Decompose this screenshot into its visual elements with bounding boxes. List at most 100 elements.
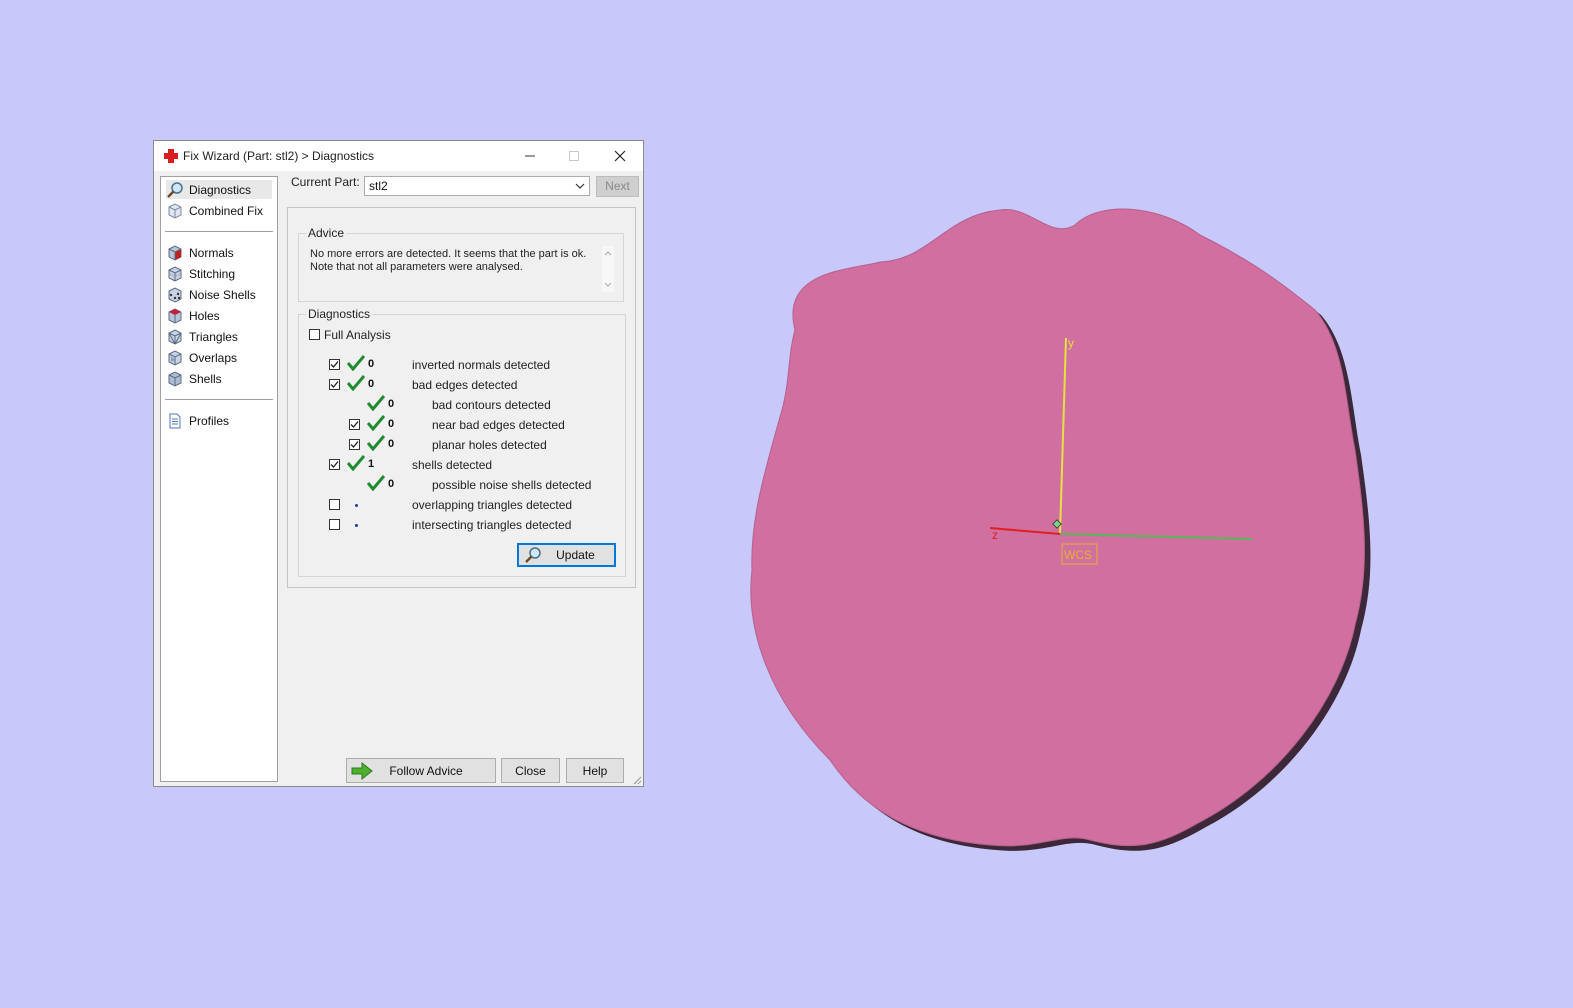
ok-check-icon [347, 455, 365, 471]
sidebar-item-triangles[interactable]: Triangles [166, 327, 238, 346]
inverted-normals-label: inverted normals detected [412, 358, 551, 372]
cube-red-face-icon [168, 244, 182, 261]
document-icon [169, 413, 181, 428]
current-part-select[interactable]: stl2 [364, 176, 590, 196]
sidebar-item-shells[interactable]: Shells [166, 369, 222, 388]
sidebar-item-label: Normals [189, 245, 234, 260]
advice-scrollbar[interactable] [602, 246, 614, 292]
sidebar-item-label: Stitching [189, 266, 236, 281]
sidebar-item-diagnostics[interactable]: Diagnostics [166, 180, 272, 199]
checkmark-icon [330, 381, 339, 388]
ok-check-icon [367, 395, 385, 411]
sidebar-divider [165, 399, 273, 400]
sidebar-item-label: Diagnostics [189, 182, 252, 197]
noise-shells-count: 0 [388, 478, 395, 490]
inverted-normals-count: 0 [368, 358, 375, 370]
bad-edges-count: 0 [368, 378, 375, 390]
sidebar-item-combined-fix[interactable]: Combined Fix [166, 201, 263, 220]
sidebar-item-label: Triangles [189, 329, 238, 344]
follow-advice-label: Follow Advice [389, 763, 463, 778]
wizard-sidebar: Diagnostics Combined Fix Normals Stitchi… [160, 176, 278, 782]
ok-check-icon [347, 355, 365, 371]
checkmark-icon [350, 421, 359, 428]
main-panel: Advice No more errors are detected. It s… [287, 207, 636, 588]
resize-grip-icon[interactable] [632, 775, 642, 785]
sidebar-item-overlaps[interactable]: Overlaps [166, 348, 237, 367]
intersecting-triangles-checkbox[interactable] [329, 519, 340, 530]
shells-checkbox[interactable] [329, 459, 340, 470]
maximize-icon [569, 151, 579, 161]
shells-count: 1 [368, 458, 375, 470]
advice-line: No more errors are detected. It seems th… [310, 248, 587, 260]
near-bad-edges-checkbox[interactable] [349, 419, 360, 430]
sidebar-item-label: Holes [189, 308, 220, 323]
y-axis-label: y [1068, 336, 1074, 350]
overlapping-triangles-label: overlapping triangles detected [412, 498, 573, 512]
ok-check-icon [367, 415, 385, 431]
fix-wizard-dialog: Fix Wizard (Part: stl2) > Diagnostics Di… [153, 140, 644, 787]
current-part-value: stl2 [369, 179, 388, 193]
near-bad-edges-label: near bad edges detected [432, 418, 565, 432]
not-analysed-dot [355, 524, 358, 527]
close-window-button[interactable] [598, 141, 642, 171]
scroll-down-icon [604, 282, 612, 287]
wcs-label: WCS [1064, 548, 1092, 562]
cube-stitch-icon [168, 265, 182, 282]
overlapping-triangles-checkbox[interactable] [329, 499, 340, 510]
diagnostics-title: Diagnostics [306, 307, 373, 321]
z-axis-label: z [992, 528, 998, 542]
sidebar-item-label: Profiles [189, 413, 230, 428]
title-bar[interactable]: Fix Wizard (Part: stl2) > Diagnostics [154, 141, 643, 171]
ok-check-icon [367, 435, 385, 451]
cube-hole-icon [168, 307, 182, 324]
minimize-icon [525, 155, 535, 157]
cube-dots-icon [168, 286, 182, 303]
minimize-button[interactable] [508, 141, 552, 171]
sidebar-item-label: Noise Shells [189, 287, 256, 302]
chevron-down-icon [575, 183, 585, 189]
advice-title: Advice [306, 226, 347, 240]
checkmark-icon [330, 461, 339, 468]
noise-shells-label: possible noise shells detected [432, 478, 592, 492]
shells-label: shells detected [412, 458, 493, 472]
near-bad-edges-count: 0 [388, 418, 395, 430]
help-button[interactable]: Help [566, 758, 624, 783]
sidebar-item-label: Overlaps [189, 350, 238, 365]
follow-advice-button[interactable]: Follow Advice [346, 758, 496, 783]
sidebar-item-profiles[interactable]: Profiles [166, 411, 229, 430]
planar-holes-checkbox[interactable] [349, 439, 360, 450]
close-button[interactable]: Close [501, 758, 560, 783]
checkmark-icon [330, 361, 339, 368]
cube-shell-icon [168, 370, 182, 387]
current-part-label: Current Part: [291, 175, 360, 189]
next-button[interactable]: Next [596, 176, 639, 197]
sidebar-item-label: Shells [189, 371, 222, 386]
checkmark-icon [350, 441, 359, 448]
ok-check-icon [367, 475, 385, 491]
magnifier-icon [167, 181, 183, 198]
magnifier-icon [525, 547, 541, 563]
full-analysis-checkbox[interactable] [309, 329, 320, 340]
advice-text: No more errors are detected. It seems th… [310, 248, 595, 274]
red-cross-icon [164, 149, 178, 163]
close-icon [614, 150, 626, 162]
bad-contours-label: bad contours detected [432, 398, 551, 412]
intersecting-triangles-label: intersecting triangles detected [412, 518, 572, 532]
sidebar-item-noise-shells[interactable]: Noise Shells [166, 285, 256, 304]
sidebar-item-stitching[interactable]: Stitching [166, 264, 235, 283]
sidebar-item-normals[interactable]: Normals [166, 243, 234, 262]
arrow-right-icon [351, 762, 373, 780]
update-button[interactable]: Update [517, 543, 616, 567]
sidebar-item-holes[interactable]: Holes [166, 306, 220, 325]
update-label: Update [556, 548, 595, 562]
sidebar-divider [165, 231, 273, 232]
advice-group: Advice No more errors are detected. It s… [298, 226, 624, 302]
planar-holes-label: planar holes detected [432, 438, 547, 452]
bad-edges-label: bad edges detected [412, 378, 518, 392]
cube-triangle-icon [168, 328, 182, 345]
bad-contours-count: 0 [388, 398, 395, 410]
not-analysed-dot [355, 504, 358, 507]
inverted-normals-checkbox[interactable] [329, 359, 340, 370]
bad-edges-checkbox[interactable] [329, 379, 340, 390]
cube-icon [168, 202, 182, 219]
